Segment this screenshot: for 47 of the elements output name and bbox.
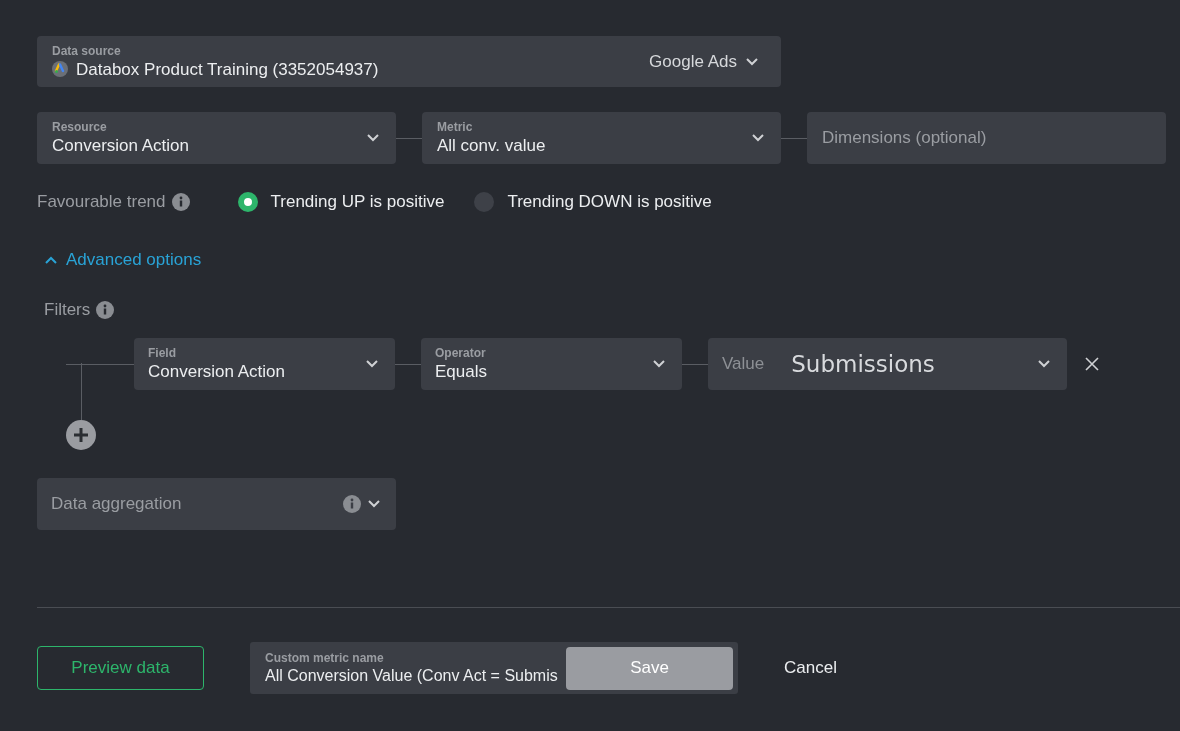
field-value: All Conversion Value (Conv Act = Submis bbox=[265, 667, 559, 685]
cancel-button[interactable]: Cancel bbox=[778, 657, 843, 679]
chevron-down-icon bbox=[652, 359, 666, 369]
field-label: Metric bbox=[437, 120, 474, 134]
field-label: Field bbox=[148, 346, 177, 360]
field-value: Conversion Action bbox=[52, 136, 191, 156]
chevron-icon bbox=[45, 256, 57, 264]
info-icon bbox=[171, 193, 190, 211]
chevron-down-icon bbox=[1037, 359, 1051, 369]
field-label: Resource bbox=[52, 120, 108, 134]
field-placeholder: Data aggregation bbox=[51, 494, 183, 514]
chevron-down-icon bbox=[365, 359, 379, 369]
chevron-down-icon bbox=[745, 56, 759, 67]
select-field[interactable]: Operator Equals bbox=[421, 338, 682, 390]
select-field[interactable]: Resource Conversion Action bbox=[37, 112, 396, 164]
dimensions-field[interactable]: Dimensions (optional) bbox=[807, 112, 1166, 164]
field-label: Operator bbox=[435, 346, 487, 360]
filters-label: Filters bbox=[44, 300, 91, 320]
ads-logo-icon bbox=[52, 60, 68, 77]
close-icon[interactable] bbox=[1084, 356, 1100, 372]
preview-data-button[interactable]: Preview data bbox=[37, 646, 204, 690]
radio-option[interactable]: Trending UP is positive bbox=[237, 192, 445, 212]
add-filter-icon[interactable] bbox=[66, 420, 96, 450]
field-value: Equals bbox=[435, 362, 488, 382]
value-select[interactable]: Value Submissions bbox=[708, 338, 1067, 390]
info-icon bbox=[96, 301, 115, 319]
data-source-select[interactable]: Data source Databox Product Training (3352054937) Google Ads bbox=[37, 36, 781, 87]
field-value: Conversion Action bbox=[148, 362, 287, 382]
data-aggregation-select[interactable]: Data aggregation bbox=[37, 478, 396, 530]
custom-metric-name-field[interactable]: Custom metric name All Conversion Value (Conv Act = Submis Save bbox=[250, 642, 738, 694]
radio-option[interactable]: Trending DOWN is positive bbox=[474, 192, 712, 212]
select-field[interactable]: Metric All conv. value bbox=[422, 112, 781, 164]
field-label: Value bbox=[722, 354, 765, 374]
chevron-down-icon bbox=[366, 133, 380, 143]
trend-label: Favourable trend bbox=[37, 192, 166, 212]
account-name: Databox Product Training (3352054937) bbox=[76, 59, 379, 80]
field-value: All conv. value bbox=[437, 136, 547, 156]
info-icon bbox=[343, 495, 361, 513]
connector-name: Google Ads bbox=[649, 51, 737, 72]
field-label: Data source bbox=[52, 43, 122, 58]
chevron-down-icon bbox=[751, 133, 765, 143]
field-value: Submissions bbox=[791, 351, 936, 377]
advanced-options-toggle[interactable]: Advanced options bbox=[45, 250, 1180, 270]
field-placeholder: Dimensions (optional) bbox=[822, 128, 988, 148]
field-label: Custom metric name bbox=[265, 651, 385, 665]
chevron-down-icon bbox=[367, 499, 381, 509]
select-field[interactable]: Field Conversion Action bbox=[134, 338, 395, 390]
